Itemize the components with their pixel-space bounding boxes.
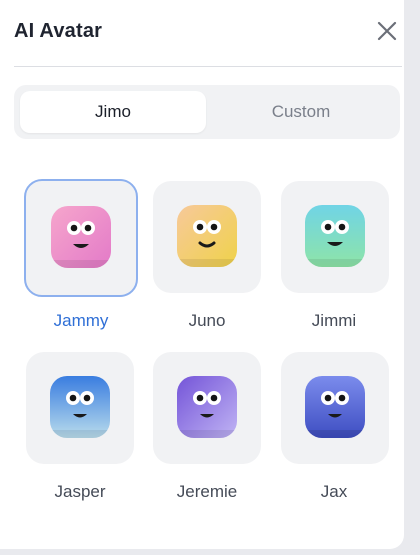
avatar-card-jimmi[interactable] bbox=[281, 181, 389, 293]
avatar-label-jeremie[interactable]: Jeremie bbox=[147, 482, 267, 502]
avatar-label-jasper[interactable]: Jasper bbox=[20, 482, 140, 502]
jax-avatar-icon bbox=[305, 376, 365, 438]
avatar-card-juno[interactable] bbox=[153, 181, 261, 293]
avatar-label-jax[interactable]: Jax bbox=[274, 482, 394, 502]
avatar-label-jammy[interactable]: Jammy bbox=[21, 311, 141, 331]
avatar-label-jimmi[interactable]: Jimmi bbox=[274, 311, 394, 331]
jimmi-avatar-icon bbox=[305, 205, 365, 267]
avatar-type-tabs: Jimo Custom bbox=[14, 85, 400, 139]
jammy-avatar-icon bbox=[51, 206, 111, 268]
panel-title: AI Avatar bbox=[14, 20, 103, 42]
jeremie-avatar-icon bbox=[177, 376, 237, 438]
close-icon[interactable] bbox=[376, 20, 398, 42]
avatar-label-juno[interactable]: Juno bbox=[147, 311, 267, 331]
avatar-card-jasper[interactable] bbox=[26, 352, 134, 464]
avatar-card-jammy[interactable] bbox=[24, 179, 138, 297]
jasper-avatar-icon bbox=[50, 376, 110, 438]
panel-header: AI Avatar bbox=[14, 0, 402, 67]
tab-custom[interactable]: Custom bbox=[208, 91, 394, 133]
avatar-card-jeremie[interactable] bbox=[153, 352, 261, 464]
juno-avatar-icon bbox=[177, 205, 237, 267]
ai-avatar-panel: AI Avatar Jimo Custom Jammy Juno Jimmi J… bbox=[0, 0, 404, 549]
tab-jimo[interactable]: Jimo bbox=[20, 91, 206, 133]
avatar-card-jax[interactable] bbox=[281, 352, 389, 464]
